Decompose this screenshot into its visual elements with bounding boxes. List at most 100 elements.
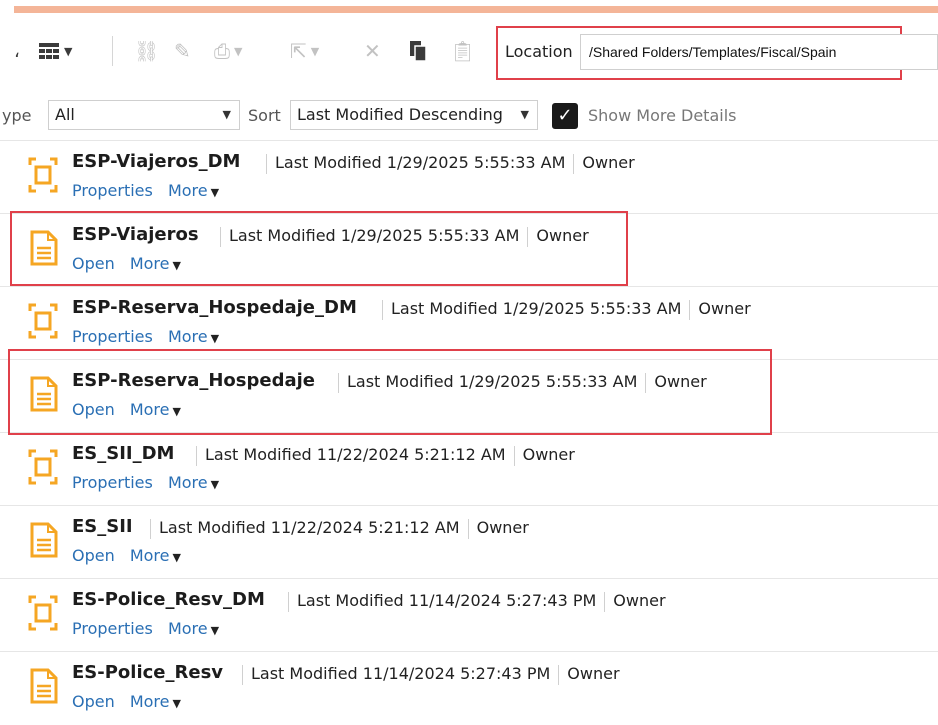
show-more-details-checkbox[interactable]: ✓ <box>552 103 578 129</box>
open-link[interactable]: Open <box>72 546 115 565</box>
list-item: ES_SII Last Modified 11/22/2024 5:21:12 … <box>0 505 938 579</box>
more-menu[interactable]: More ▼ <box>130 692 181 711</box>
permissions-button[interactable]: ⛓ <box>134 36 159 66</box>
item-name[interactable]: ES_SII <box>72 516 133 537</box>
divider <box>689 299 691 320</box>
properties-link[interactable]: Properties <box>72 327 153 346</box>
top-accent-stripe <box>14 6 938 13</box>
item-actions: Properties More ▼ <box>72 327 229 346</box>
more-label: More <box>167 327 208 346</box>
item-modified: Last Modified 11/14/2024 5:27:43 PM <box>251 664 551 683</box>
chevron-down-icon: ▼ <box>64 44 73 58</box>
properties-link[interactable]: Properties <box>72 473 153 492</box>
item-meta: Last Modified 11/14/2024 5:27:43 PM Owner <box>234 664 620 685</box>
item-meta: Last Modified 11/14/2024 5:27:43 PM Owner <box>280 591 666 612</box>
type-select[interactable]: All ▼ <box>48 100 240 130</box>
item-owner: Owner <box>582 153 635 172</box>
list-item: ES-Police_Resv Last Modified 11/14/2024 … <box>0 651 938 725</box>
location-label: Location <box>505 42 573 61</box>
divider <box>513 445 515 466</box>
paste-button[interactable]: 📋︎ <box>450 36 475 66</box>
report-icon <box>30 522 58 558</box>
item-actions: Properties More ▼ <box>72 619 229 638</box>
more-label: More <box>167 473 208 492</box>
item-name[interactable]: ES_SII_DM <box>72 443 174 464</box>
export-button[interactable]: ⇱ ▼ <box>290 36 319 66</box>
data-model-icon <box>28 449 58 485</box>
more-menu[interactable]: More ▼ <box>168 619 219 638</box>
paste-icon: 📋︎ <box>450 39 476 63</box>
properties-link[interactable]: Properties <box>72 181 153 200</box>
divider <box>573 153 575 174</box>
sort-select[interactable]: Last Modified Descending ▼ <box>290 100 538 130</box>
edit-button[interactable]: ✎ <box>174 36 191 66</box>
copy-icon <box>410 41 427 62</box>
divider <box>467 518 469 539</box>
item-modified: Last Modified 11/14/2024 5:27:43 PM <box>297 591 597 610</box>
sort-select-value: Last Modified Descending <box>297 105 503 124</box>
divider <box>150 518 151 539</box>
chevron-down-icon: ▼ <box>222 108 231 121</box>
toolbar-divider <box>112 36 113 66</box>
chevron-down-icon: ▼ <box>520 108 529 121</box>
more-menu[interactable]: More ▼ <box>168 181 219 200</box>
permissions-icon: ⛓ <box>134 39 160 63</box>
show-more-details-label: Show More Details <box>588 106 737 125</box>
type-label: ype <box>2 106 32 125</box>
item-name[interactable]: ES-Police_Resv <box>72 662 223 683</box>
item-owner: Owner <box>476 518 529 537</box>
item-modified: Last Modified 1/29/2025 5:55:33 AM <box>391 299 682 318</box>
properties-link[interactable]: Properties <box>72 619 153 638</box>
divider <box>382 299 383 320</box>
printer-icon: ⎙ <box>214 39 230 63</box>
item-actions: Open More ▼ <box>72 692 191 711</box>
data-model-icon <box>28 303 58 339</box>
caret-down-icon: ▼ <box>172 697 181 710</box>
item-actions: Properties More ▼ <box>72 473 229 492</box>
filter-bar: ype All ▼ Sort Last Modified Descending … <box>0 98 938 134</box>
type-select-value: All <box>55 105 75 124</box>
more-label: More <box>167 181 208 200</box>
caret-down-icon: ▼ <box>172 551 181 564</box>
more-menu[interactable]: More ▼ <box>168 473 219 492</box>
item-modified: Last Modified 1/29/2025 5:55:33 AM <box>275 153 566 172</box>
item-name[interactable]: ESP-Viajeros_DM <box>72 151 240 172</box>
divider <box>604 591 606 612</box>
location-field[interactable]: /Shared Folders/Templates/Fiscal/Spain <box>580 34 938 70</box>
caret-down-icon: ▼ <box>210 478 220 491</box>
item-modified: Last Modified 11/22/2024 5:21:12 AM <box>159 518 460 537</box>
item-owner: Owner <box>567 664 620 683</box>
list-item: ES-Police_Resv_DM Last Modified 11/14/20… <box>0 578 938 652</box>
caret-down-icon: ▼ <box>210 332 220 345</box>
item-meta: Last Modified 11/22/2024 5:21:12 AM Owner <box>142 518 529 539</box>
view-menu-button[interactable]: ▼ <box>38 36 72 66</box>
item-modified: Last Modified 11/22/2024 5:21:12 AM <box>205 445 506 464</box>
pencil-icon: ✎ <box>174 39 191 63</box>
caret-down-icon: ▼ <box>210 624 220 637</box>
open-link[interactable]: Open <box>72 692 115 711</box>
data-model-icon <box>28 157 58 193</box>
print-button[interactable]: ⎙ ▼ <box>214 36 242 66</box>
divider <box>288 591 289 612</box>
divider <box>266 153 267 174</box>
item-name[interactable]: ES-Police_Resv_DM <box>72 589 265 610</box>
grid-view-icon <box>39 43 59 59</box>
chevron-down-icon: ▼ <box>234 44 243 58</box>
more-menu[interactable]: More ▼ <box>168 327 219 346</box>
list-item: ESP-Viajeros_DM Last Modified 1/29/2025 … <box>0 140 938 214</box>
sort-label: Sort <box>248 106 281 125</box>
report-icon <box>30 668 58 704</box>
more-tools-dot[interactable]: ، <box>14 36 20 66</box>
delete-button[interactable]: ✕ <box>364 36 381 66</box>
item-owner: Owner <box>698 299 751 318</box>
caret-down-icon: ▼ <box>210 186 220 199</box>
divider <box>242 664 243 685</box>
more-menu[interactable]: More ▼ <box>130 546 181 565</box>
copy-button[interactable] <box>408 36 428 66</box>
item-owner: Owner <box>613 591 666 610</box>
divider <box>196 445 197 466</box>
data-model-icon <box>28 595 58 631</box>
item-actions: Open More ▼ <box>72 546 191 565</box>
more-label: More <box>129 692 170 711</box>
item-name[interactable]: ESP-Reserva_Hospedaje_DM <box>72 297 357 318</box>
